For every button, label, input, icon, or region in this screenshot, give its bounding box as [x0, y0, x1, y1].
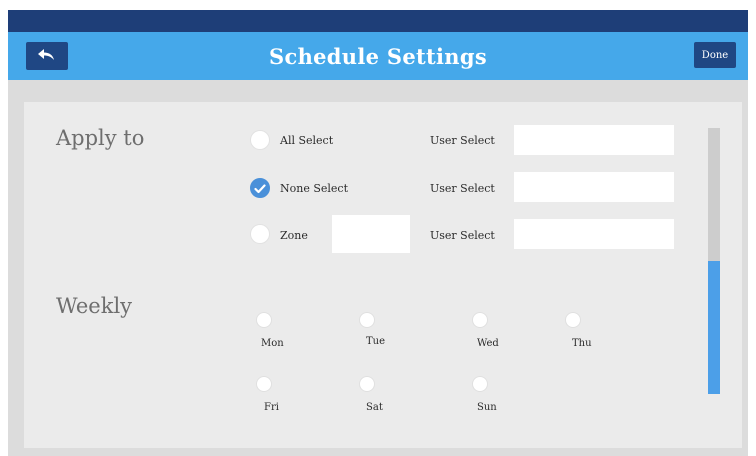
radio-mon[interactable]: [256, 312, 272, 328]
apply-to-label: Apply to: [56, 126, 145, 150]
page-title: Schedule Settings: [269, 43, 487, 69]
radio-thu[interactable]: [565, 312, 581, 328]
none-select-label: None Select: [280, 182, 348, 195]
zone-input[interactable]: [332, 215, 410, 253]
radio-none-select[interactable]: [250, 178, 270, 198]
day-label-sat: Sat: [366, 402, 383, 413]
radio-wed[interactable]: [472, 312, 488, 328]
day-label-sun: Sun: [477, 402, 497, 413]
user-select-label-2: User Select: [430, 182, 495, 195]
radio-tue[interactable]: [359, 312, 375, 328]
user-select-label-1: User Select: [430, 134, 495, 147]
radio-zone[interactable]: [250, 224, 270, 244]
day-label-tue: Tue: [366, 336, 386, 347]
user-select-input-2[interactable]: [514, 172, 674, 202]
status-bar: [8, 10, 748, 32]
weekly-label: Weekly: [56, 294, 133, 318]
all-select-label: All Select: [280, 134, 334, 147]
day-label-thu: Thu: [572, 338, 592, 349]
user-select-label-3: User Select: [430, 229, 495, 242]
done-button[interactable]: Done: [694, 42, 736, 68]
scrollbar-thumb[interactable]: [708, 261, 720, 394]
day-label-mon: Mon: [261, 338, 284, 349]
checkmark-icon: [254, 179, 266, 198]
scrollbar-track[interactable]: [708, 128, 720, 394]
settings-panel: Apply to All Select None Select Zone Use…: [24, 102, 742, 448]
day-label-fri: Fri: [264, 402, 279, 413]
user-select-input-3[interactable]: [514, 219, 674, 249]
zone-label: Zone: [280, 229, 308, 242]
day-label-wed: Wed: [477, 338, 499, 349]
undo-arrow-icon: [37, 47, 57, 66]
radio-all-select[interactable]: [250, 130, 270, 150]
top-strip: [0, 0, 756, 10]
radio-sun[interactable]: [472, 376, 488, 392]
user-select-input-1[interactable]: [514, 125, 674, 155]
radio-fri[interactable]: [256, 376, 272, 392]
radio-sat[interactable]: [359, 376, 375, 392]
header-bar: Schedule Settings Done: [8, 32, 748, 80]
back-button[interactable]: [26, 42, 68, 70]
